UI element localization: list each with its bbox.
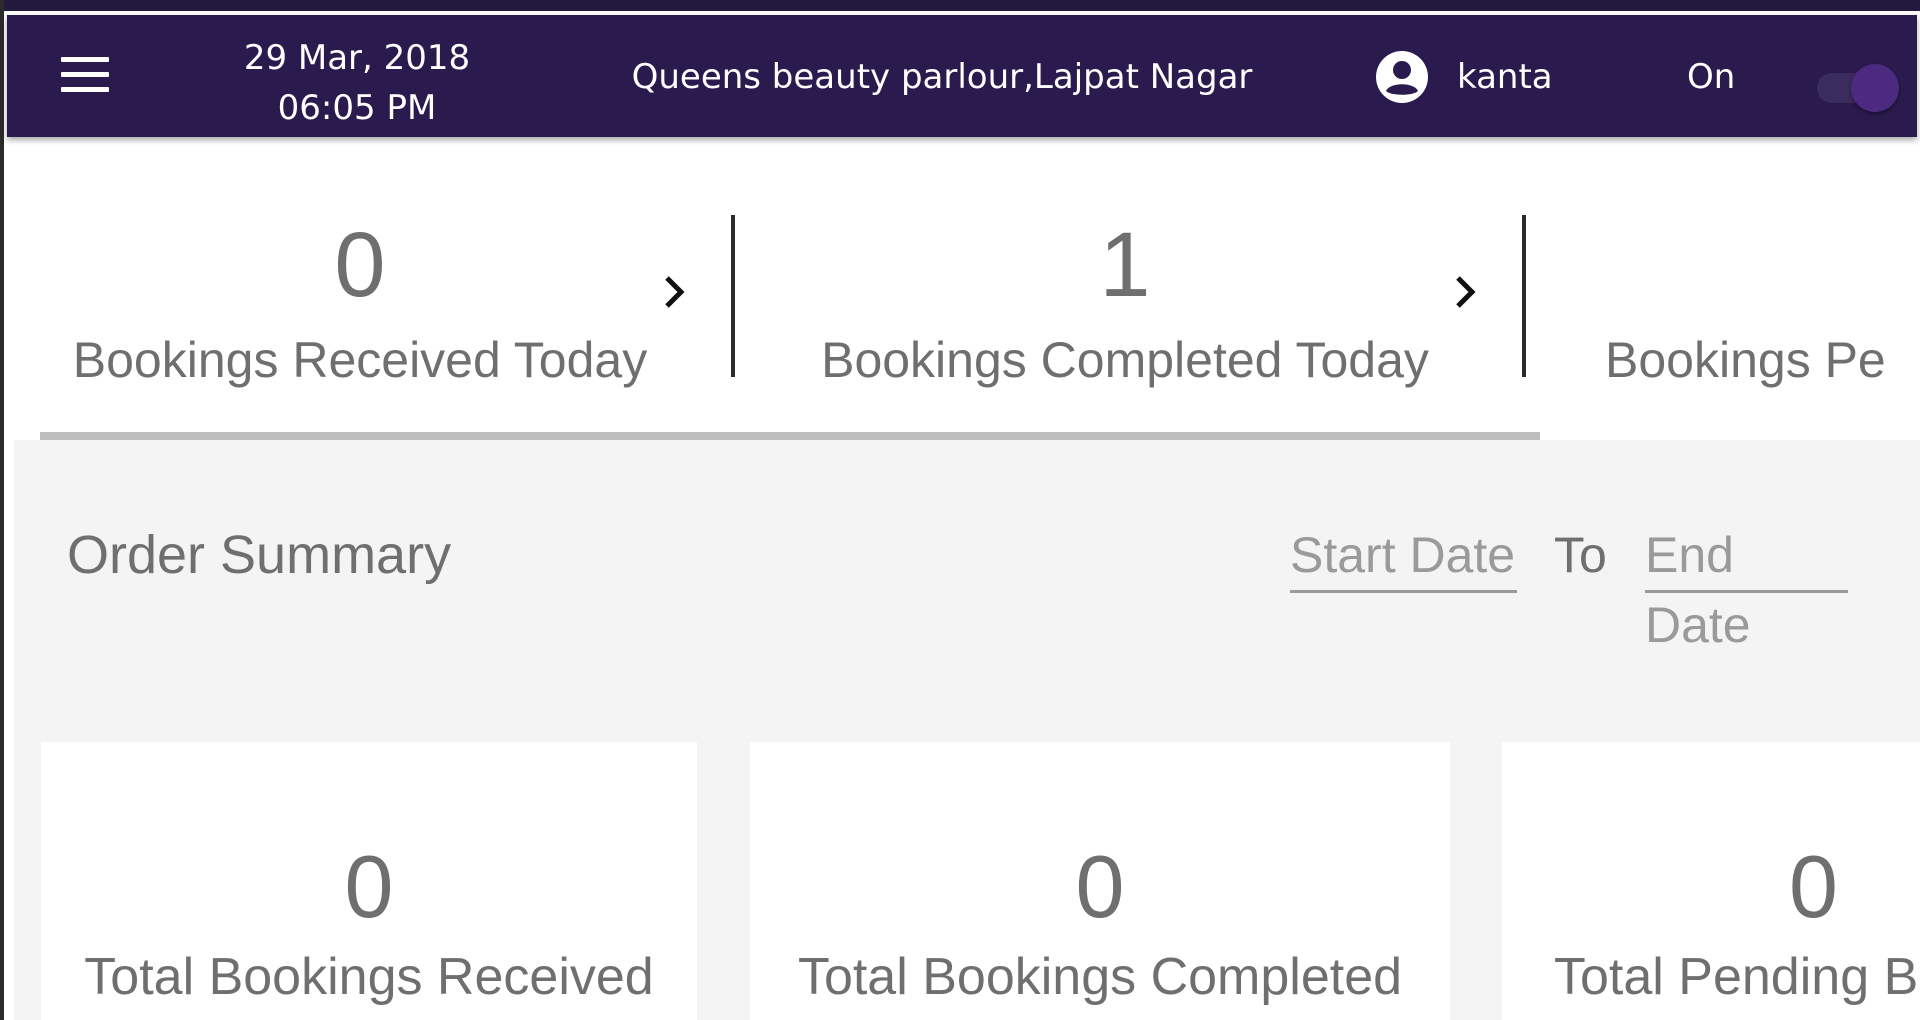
start-date-input[interactable]: Start Date bbox=[1290, 520, 1517, 593]
card-value: 0 bbox=[344, 837, 394, 936]
chevron-right-icon[interactable] bbox=[1450, 272, 1480, 312]
order-summary-section: Order Summary Start Date To End Date 0 T… bbox=[14, 440, 1920, 1020]
end-date-input[interactable]: End Date bbox=[1645, 520, 1848, 653]
stat-divider bbox=[1522, 215, 1526, 377]
card-total-bookings-received[interactable]: 0 Total Bookings Received bbox=[41, 742, 697, 1020]
toggle-knob[interactable] bbox=[1851, 64, 1899, 112]
current-date: 29 Mar, 2018 bbox=[243, 38, 471, 78]
card-total-pending-bookings[interactable]: 0 Total Pending B bbox=[1502, 742, 1920, 1020]
app-frame: 29 Mar, 2018 06:05 PM Queens beauty parl… bbox=[0, 0, 1920, 1020]
availability-toggle[interactable] bbox=[1817, 64, 1899, 112]
availability-status: On bbox=[1687, 57, 1736, 97]
current-time: 06:05 PM bbox=[277, 88, 437, 128]
stat-value: 1 bbox=[1099, 214, 1151, 316]
summary-title: Order Summary bbox=[67, 525, 452, 585]
shop-name: Queens beauty parlour,Lajpat Nagar bbox=[631, 57, 1253, 97]
stat-label: Bookings Pe bbox=[1605, 332, 1886, 388]
app-bar: 29 Mar, 2018 06:05 PM Queens beauty parl… bbox=[7, 15, 1917, 137]
card-total-bookings-completed[interactable]: 0 Total Bookings Completed bbox=[750, 742, 1450, 1020]
window-top-edge bbox=[0, 0, 1920, 11]
chevron-right-icon[interactable] bbox=[659, 272, 689, 312]
stat-label: Bookings Completed Today bbox=[821, 332, 1429, 388]
username: kanta bbox=[1457, 57, 1553, 97]
card-label: Total Bookings Received bbox=[84, 948, 654, 1006]
card-label: Total Bookings Completed bbox=[797, 948, 1403, 1006]
stats-scroll-indicator bbox=[40, 432, 1540, 440]
account-circle-icon[interactable] bbox=[1375, 50, 1429, 104]
stat-value: 0 bbox=[334, 214, 386, 316]
stat-bookings-pending-today[interactable]: Bookings Pe bbox=[1605, 210, 1920, 390]
date-time: 29 Mar, 2018 06:05 PM bbox=[237, 33, 477, 133]
card-value: 0 bbox=[1789, 837, 1838, 936]
to-label: To bbox=[1554, 527, 1607, 583]
menu-icon[interactable] bbox=[51, 55, 109, 95]
stat-bookings-completed-today[interactable]: 1 Bookings Completed Today bbox=[790, 210, 1460, 390]
stat-label: Bookings Received Today bbox=[72, 332, 648, 388]
card-value: 0 bbox=[1075, 837, 1125, 936]
stat-divider bbox=[731, 215, 735, 377]
window-left-edge bbox=[0, 0, 4, 1020]
stat-bookings-received-today[interactable]: 0 Bookings Received Today bbox=[60, 210, 660, 390]
card-label: Total Pending B bbox=[1554, 948, 1919, 1006]
